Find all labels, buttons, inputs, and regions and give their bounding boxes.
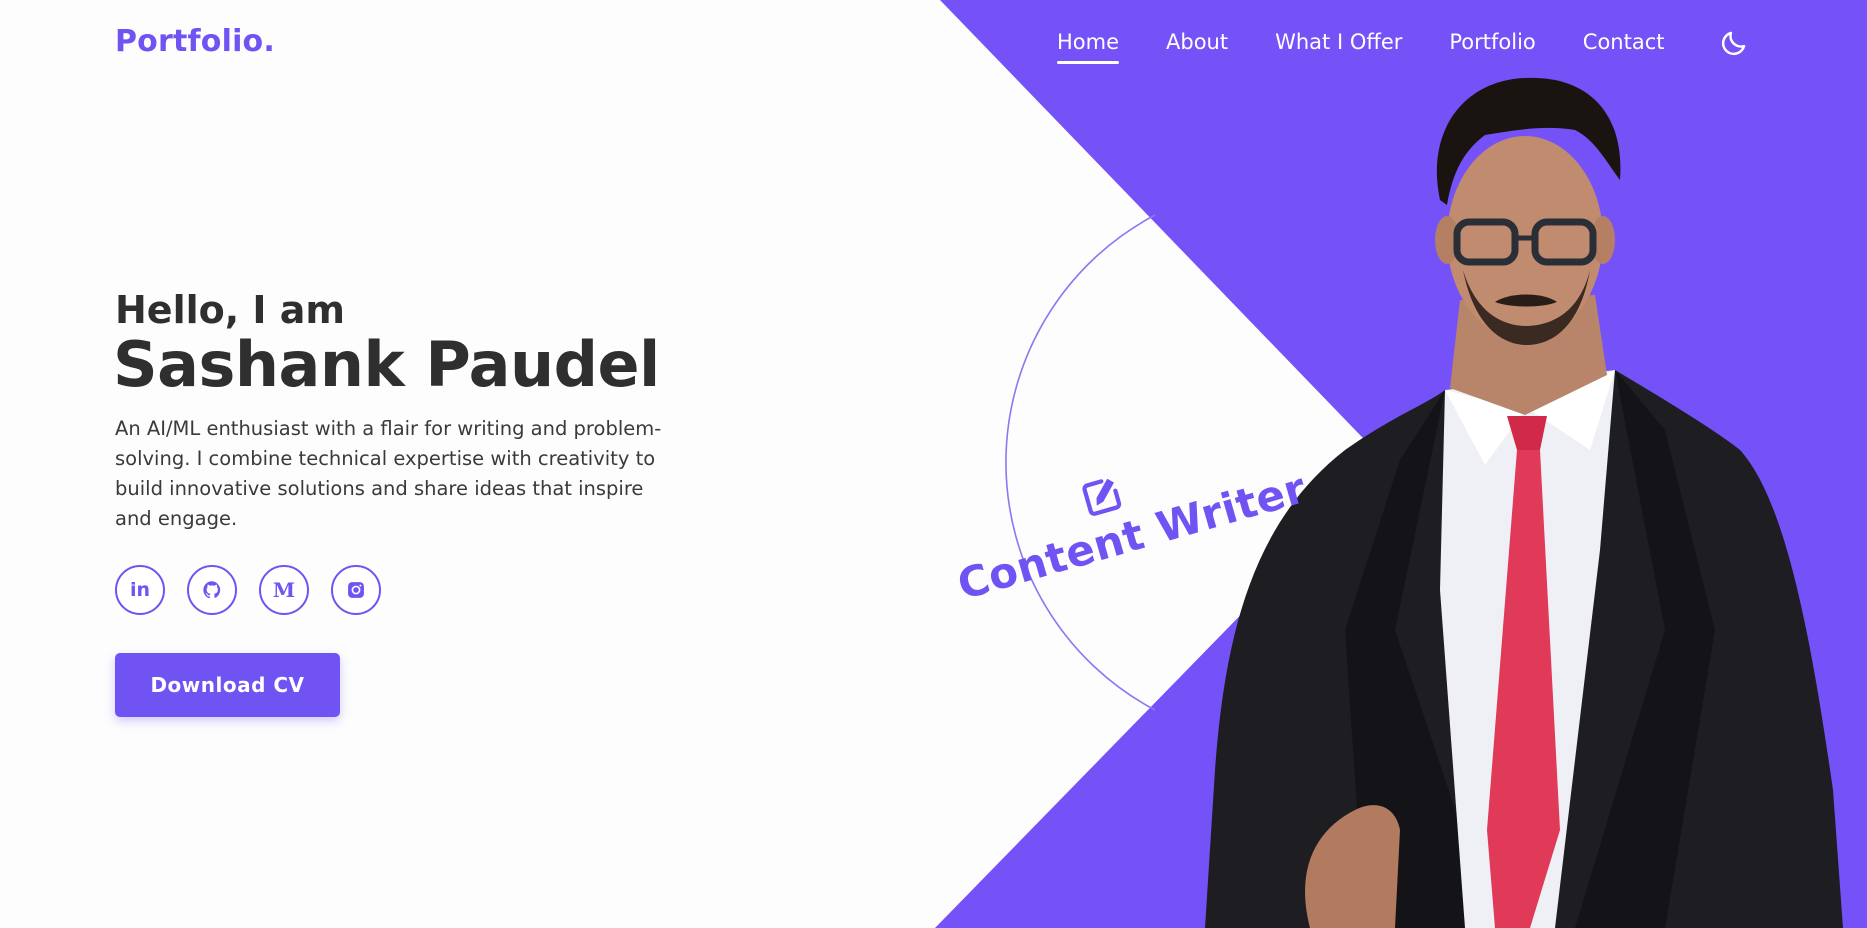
linkedin-icon: in <box>129 579 151 601</box>
hero-section: Portfolio. Home About What I Offer Portf… <box>0 0 1867 928</box>
medium-link[interactable]: M <box>259 565 309 615</box>
social-links: in M <box>115 565 381 615</box>
medium-icon: M <box>272 578 296 602</box>
main-nav: Home About What I Offer Portfolio Contac… <box>1057 30 1664 64</box>
nav-home[interactable]: Home <box>1057 30 1120 64</box>
github-icon <box>203 581 221 599</box>
nav-portfolio[interactable]: Portfolio <box>1449 30 1535 64</box>
nav-contact[interactable]: Contact <box>1583 30 1665 64</box>
hero-greeting: Hello, I am <box>115 288 346 332</box>
github-link[interactable] <box>187 565 237 615</box>
hero-name: Sashank Paudel <box>113 328 660 401</box>
logo[interactable]: Portfolio. <box>115 24 275 59</box>
hero-bio: An AI/ML enthusiast with a flair for wri… <box>115 417 662 530</box>
nav-about[interactable]: About <box>1166 30 1228 64</box>
nav-what-i-offer[interactable]: What I Offer <box>1275 30 1402 64</box>
instagram-icon <box>348 582 364 598</box>
instagram-link[interactable] <box>331 565 381 615</box>
linkedin-link[interactable]: in <box>115 565 165 615</box>
download-cv-button[interactable]: Download CV <box>115 653 340 717</box>
moon-icon[interactable] <box>1719 28 1749 58</box>
